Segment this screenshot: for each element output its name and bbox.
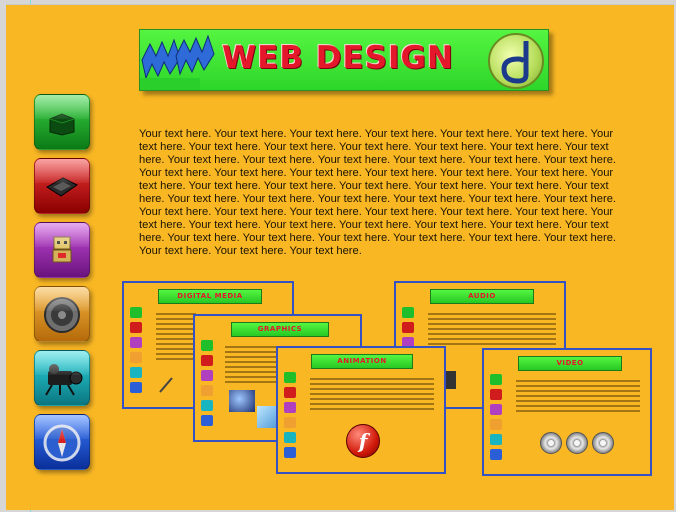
- thumb-banner: DIGITAL MEDIA: [158, 289, 262, 304]
- robot-icon: [52, 236, 72, 263]
- tablet-icon: [46, 177, 78, 197]
- package-icon: [49, 113, 75, 136]
- speaker-image: [446, 371, 456, 389]
- film-reel-icon: [540, 432, 562, 454]
- nav-button-teal[interactable]: [34, 350, 90, 406]
- thumb-text-lines: [310, 378, 434, 413]
- nav-button-blue[interactable]: [34, 414, 90, 470]
- compass-icon: [43, 424, 81, 462]
- graphics-image: [229, 390, 255, 412]
- www-3d-logo: [140, 34, 215, 90]
- side-nav: [34, 94, 92, 478]
- nav-button-purple[interactable]: [34, 222, 90, 278]
- nav-button-green[interactable]: [34, 94, 90, 150]
- speaker-icon: [44, 297, 80, 334]
- thumb-banner: GRAPHICS: [231, 322, 329, 337]
- thumb-banner: VIDEO: [518, 356, 622, 371]
- pencil-icon: [159, 377, 173, 393]
- header-banner: WEB DESIGN: [139, 29, 549, 91]
- d-logo-icon: [488, 33, 544, 89]
- film-reel-icon: [566, 432, 588, 454]
- thumb-mini-nav: [130, 307, 142, 397]
- thumb-video[interactable]: VIDEO: [482, 348, 652, 476]
- body-text: Your text here. Your text here. Your tex…: [139, 128, 617, 257]
- film-reel-icon: [592, 432, 614, 454]
- nav-button-red[interactable]: [34, 158, 90, 214]
- thumb-mini-nav: [201, 340, 213, 430]
- flash-icon: f: [346, 424, 380, 458]
- thumb-animation[interactable]: ANIMATION f: [276, 346, 446, 474]
- nav-button-orange[interactable]: [34, 286, 90, 342]
- thumb-banner: AUDIO: [430, 289, 534, 304]
- thumb-mini-nav: [284, 372, 296, 462]
- thumb-banner: ANIMATION: [311, 354, 413, 369]
- thumb-text-lines: [156, 313, 196, 363]
- thumb-text-lines: [428, 313, 556, 348]
- thumb-text-lines: [225, 346, 277, 386]
- thumb-text-lines: [516, 380, 640, 415]
- banner-title: WEB DESIGN: [222, 40, 454, 76]
- thumb-mini-nav: [490, 374, 502, 464]
- camera-icon: [45, 364, 83, 396]
